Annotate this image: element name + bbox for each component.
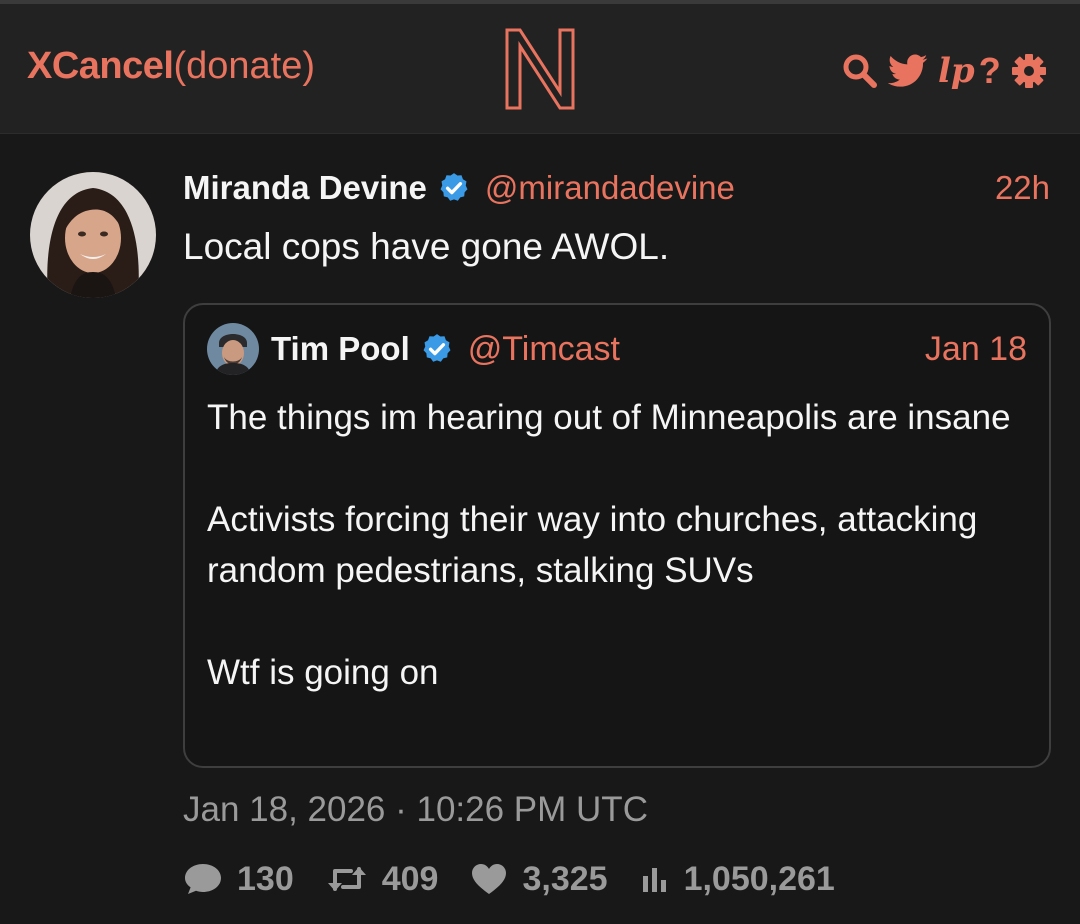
comment-icon [183, 861, 223, 897]
retweets-stat[interactable]: 409 [326, 859, 439, 899]
quoted-tweet[interactable]: Tim Pool @Timcast Jan 18 The things im h… [183, 303, 1051, 768]
navbar: XCancel(donate) lp ? [0, 4, 1080, 134]
nitter-logo[interactable] [500, 20, 580, 116]
search-icon[interactable] [842, 53, 878, 89]
quoted-author-avatar[interactable] [207, 323, 259, 375]
donate-link[interactable]: (donate) [173, 45, 315, 87]
quoted-paragraph: Wtf is going on [207, 653, 439, 692]
tweet-date[interactable]: Jan 18, 2026 · 10:26 PM UTC [183, 786, 648, 834]
views-bar-chart-icon [640, 864, 670, 894]
tweet-text: Local cops have gone AWOL. [183, 226, 670, 267]
replies-stat[interactable]: 130 [183, 860, 294, 899]
author-name[interactable]: Miranda Devine [183, 169, 427, 207]
heart-icon [470, 862, 508, 896]
views-stat[interactable]: 1,050,261 [640, 860, 835, 899]
likes-stat[interactable]: 3,325 [470, 859, 608, 899]
retweet-icon [326, 863, 368, 895]
quoted-author-name[interactable]: Tim Pool [271, 330, 410, 368]
replies-count: 130 [237, 859, 294, 898]
logo-n-icon [505, 28, 575, 110]
twitter-bird-icon[interactable] [888, 54, 928, 88]
nav-icons: lp ? [842, 46, 1047, 96]
help-icon[interactable]: ? [979, 51, 1001, 91]
author-avatar[interactable] [30, 172, 156, 298]
views-count: 1,050,261 [683, 859, 835, 898]
tweet-time[interactable]: 22h [995, 166, 1050, 210]
quoted-time[interactable]: Jan 18 [925, 325, 1027, 373]
verified-badge-icon [437, 171, 471, 205]
verified-badge-icon [420, 332, 454, 366]
quoted-text: The things im hearing out of Minneapolis… [207, 392, 1027, 698]
lp-icon[interactable]: lp [938, 51, 975, 91]
quoted-paragraph: The things im hearing out of Minneapolis… [207, 398, 1011, 437]
retweets-count: 409 [381, 859, 439, 898]
quoted-author-handle[interactable]: @Timcast [468, 330, 620, 369]
tweet-header: Miranda Devine @mirandadevine [183, 166, 1053, 210]
author-handle[interactable]: @mirandadevine [485, 169, 735, 207]
brand[interactable]: XCancel(donate) [27, 42, 315, 90]
quoted-header: Tim Pool @Timcast [271, 325, 620, 373]
brand-name-link[interactable]: XCancel [27, 45, 174, 87]
tweet-stats: 130 409 3,325 1,050,261 [183, 854, 867, 904]
quoted-paragraph: Activists forcing their way into churche… [207, 500, 978, 590]
likes-count: 3,325 [522, 859, 608, 898]
gear-icon[interactable] [1011, 53, 1047, 89]
